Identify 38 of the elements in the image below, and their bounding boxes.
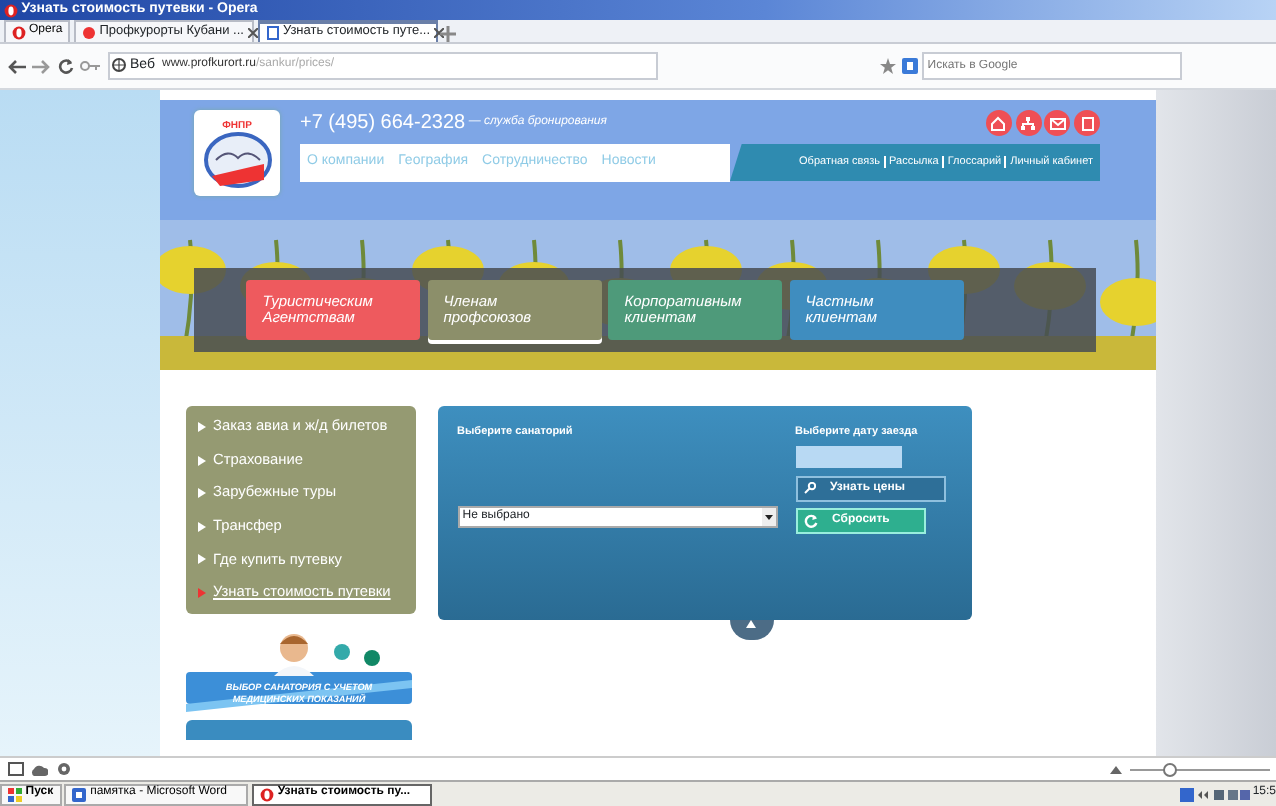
- globe-icon: [112, 58, 127, 73]
- key-icon[interactable]: [80, 60, 100, 72]
- bullet-icon: [198, 488, 206, 499]
- forward-icon[interactable]: [32, 59, 50, 73]
- bullet-icon: [198, 554, 206, 565]
- new-tab-icon[interactable]: [440, 26, 457, 42]
- bullet-icon: [198, 455, 206, 466]
- refresh-icon: [804, 514, 818, 529]
- separator-icon: [1004, 156, 1007, 168]
- opera-logo-icon: [11, 25, 26, 39]
- cloud-icon[interactable]: [30, 763, 48, 775]
- search-icon: [804, 482, 816, 495]
- print-icon: [1079, 115, 1095, 131]
- separator-icon: [883, 156, 886, 168]
- scroll-up-icon[interactable]: [1110, 765, 1122, 773]
- opera-logo-icon: [4, 3, 18, 17]
- zoom-slider-icon[interactable]: [1129, 761, 1269, 777]
- up-arrow-button[interactable]: [729, 620, 773, 640]
- separator-icon: [942, 156, 945, 168]
- bullet-icon: [198, 521, 206, 532]
- panel-icon[interactable]: [7, 762, 23, 776]
- close-icon[interactable]: [247, 27, 258, 37]
- home-icon: [990, 115, 1007, 131]
- date-field[interactable]: [795, 446, 901, 469]
- page-icon: [265, 25, 280, 39]
- bullet-icon: [198, 421, 206, 432]
- opera-logo-icon: [260, 787, 275, 801]
- windows-logo-icon: [8, 787, 22, 801]
- sitemap-icon: [1020, 115, 1036, 131]
- back-icon[interactable]: [7, 59, 25, 73]
- tray-icons-icon[interactable]: [1197, 787, 1250, 801]
- star-icon[interactable]: [879, 58, 896, 74]
- bullet-icon: [198, 588, 206, 599]
- reload-icon[interactable]: [57, 58, 73, 74]
- close-icon[interactable]: [433, 27, 444, 37]
- arrow-up-icon: [746, 620, 756, 628]
- phone-number: +7 (495) 664-2328: [300, 111, 466, 135]
- mail-icon: [1049, 115, 1066, 131]
